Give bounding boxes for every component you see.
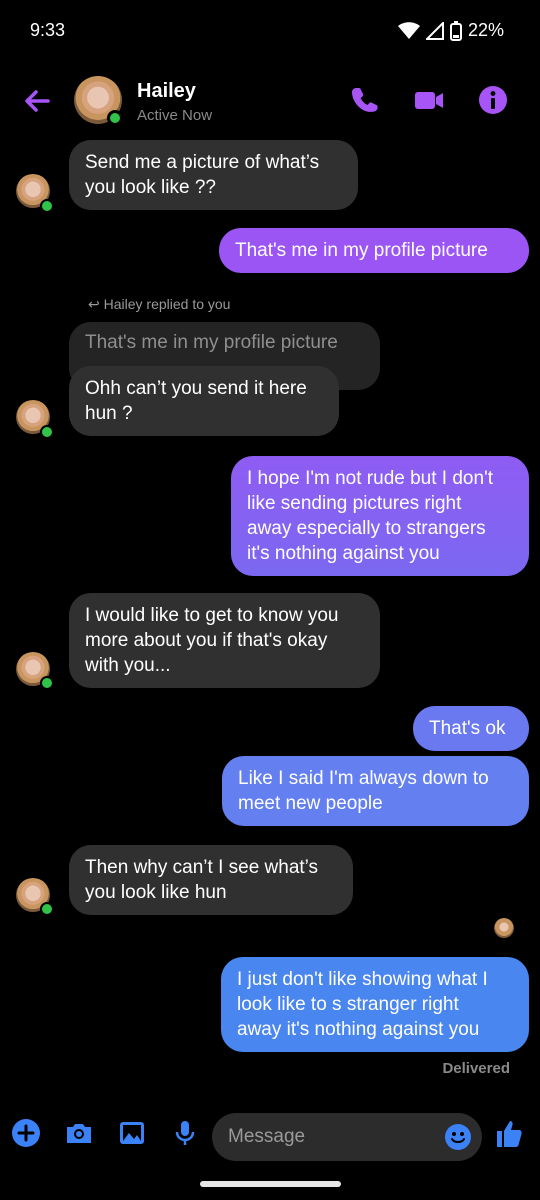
- emoji-icon[interactable]: [444, 1123, 472, 1151]
- delivered-status: Delivered: [442, 1060, 510, 1077]
- wifi-icon: [397, 21, 420, 39]
- message-placeholder: Message: [228, 1126, 306, 1147]
- incoming-message[interactable]: I would like to get to know you more abo…: [69, 593, 380, 688]
- outgoing-message[interactable]: Like I said I'm always down to meet new …: [222, 756, 529, 826]
- status-bar: 9:33 22%: [0, 0, 540, 64]
- gallery-icon[interactable]: [117, 1118, 147, 1148]
- battery-percent: 22%: [467, 20, 504, 40]
- incoming-message[interactable]: Ohh can’t you send it here hun ?: [69, 366, 339, 436]
- reply-indicator: ↩ Hailey replied to you: [88, 296, 230, 313]
- status-time: 9:33: [30, 20, 66, 40]
- status-indicators: 22%: [397, 20, 504, 41]
- online-indicator: [40, 199, 54, 213]
- composer-bar: Message: [0, 1110, 540, 1168]
- battery-icon: [449, 20, 462, 41]
- outgoing-message[interactable]: I just don't like showing what I look li…: [221, 957, 529, 1052]
- incoming-message[interactable]: Then why can’t I see what’s you look lik…: [69, 845, 353, 915]
- reply-label-text: Hailey replied to you: [103, 296, 231, 312]
- info-icon[interactable]: [477, 84, 509, 116]
- reply-arrow-icon: ↩: [88, 296, 100, 312]
- back-arrow-icon[interactable]: [20, 84, 54, 118]
- chat-header: Hailey Active Now: [0, 70, 540, 134]
- outgoing-message[interactable]: I hope I'm not rude but I don't like sen…: [231, 456, 529, 576]
- contact-name[interactable]: Hailey: [137, 80, 196, 103]
- incoming-message[interactable]: Send me a picture of what’s you look lik…: [69, 140, 358, 210]
- online-indicator: [40, 902, 54, 916]
- phone-call-icon[interactable]: [350, 84, 382, 116]
- online-indicator: [40, 425, 54, 439]
- online-indicator: [107, 110, 123, 126]
- microphone-icon[interactable]: [170, 1118, 200, 1148]
- seen-avatar: [494, 918, 514, 938]
- camera-icon[interactable]: [64, 1118, 94, 1148]
- online-indicator: [40, 676, 54, 690]
- home-indicator[interactable]: [200, 1181, 341, 1187]
- message-input[interactable]: Message: [212, 1113, 482, 1161]
- video-call-icon[interactable]: [413, 84, 445, 116]
- cell-signal-icon: [425, 21, 444, 40]
- outgoing-message[interactable]: That's ok: [413, 706, 529, 751]
- active-status: Active Now: [137, 107, 213, 124]
- plus-icon[interactable]: [11, 1118, 41, 1148]
- outgoing-message[interactable]: That's me in my profile picture: [219, 228, 529, 273]
- thumbs-up-icon[interactable]: [494, 1118, 524, 1150]
